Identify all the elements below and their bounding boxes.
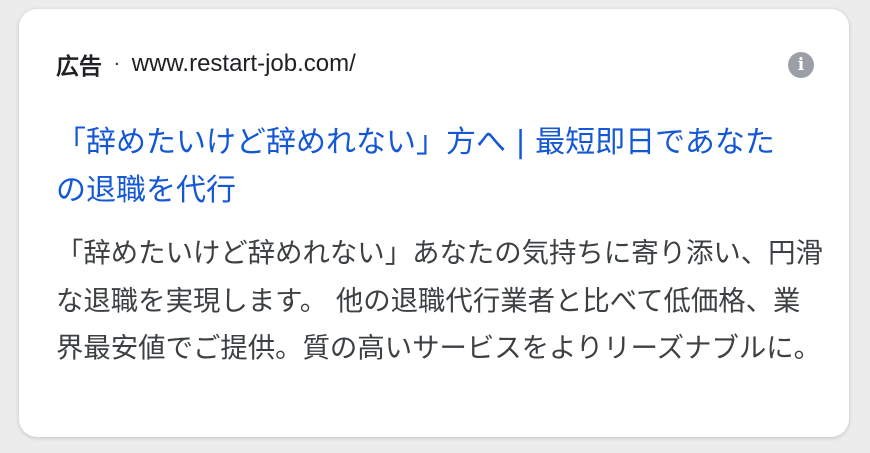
display-url[interactable]: www.restart-job.com/ bbox=[132, 50, 356, 78]
ad-card: 広告 · www.restart-job.com/ i 「辞めたいけど辞めれない… bbox=[19, 9, 849, 437]
ad-headline-link[interactable]: 「辞めたいけど辞めれない」方へ | 最短即日であなたの退職を代行 bbox=[56, 119, 776, 215]
ad-label: 広告 bbox=[56, 54, 102, 80]
ad-meta-line: 広告 · www.restart-job.com/ bbox=[56, 43, 356, 85]
ad-description: 「辞めたいけど辞めれない」あなたの気持ちに寄り添い、円滑な退職を実現します。 他… bbox=[56, 238, 823, 364]
separator-dot: · bbox=[114, 53, 120, 75]
info-icon[interactable]: i bbox=[788, 52, 814, 78]
